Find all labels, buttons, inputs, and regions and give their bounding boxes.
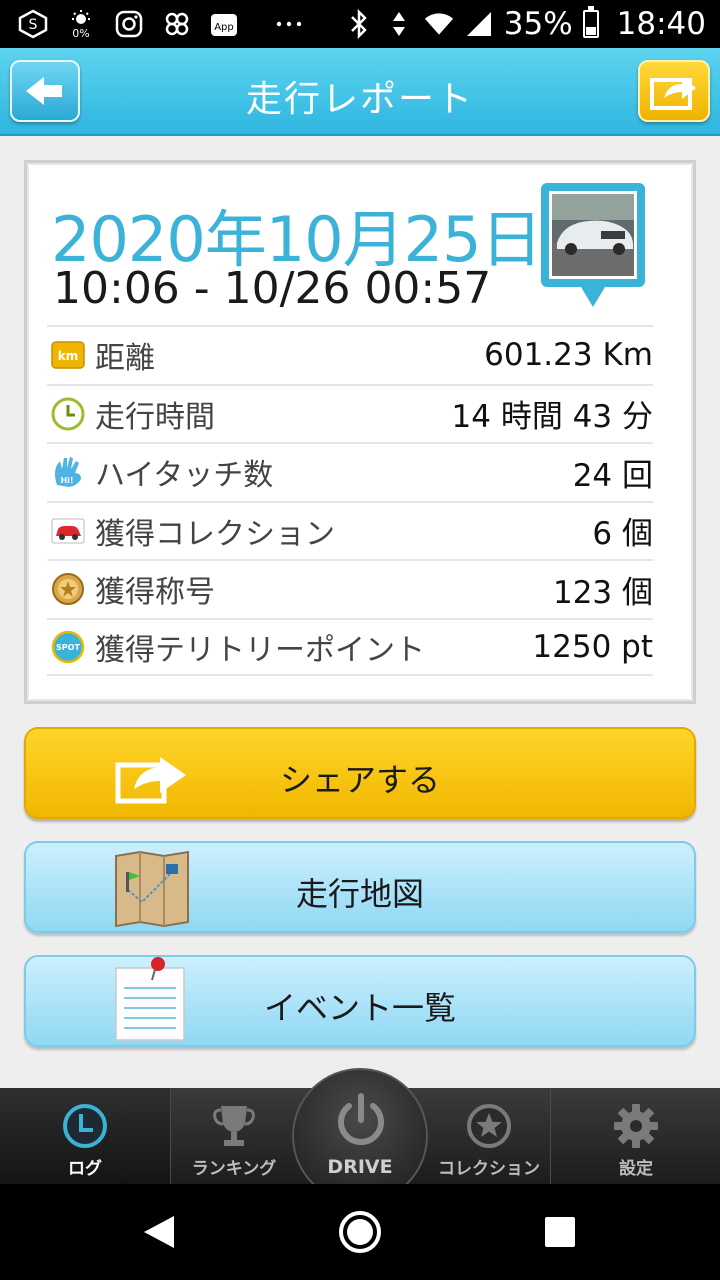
star-badge-icon bbox=[467, 1104, 511, 1148]
km-icon: km bbox=[51, 338, 85, 372]
high-five-icon-text: Hi! bbox=[60, 476, 73, 485]
clock-time: 18:40 bbox=[616, 6, 706, 42]
drive-map-button[interactable]: 走行地図 bbox=[24, 841, 696, 933]
title-bar: 走行レポート bbox=[0, 48, 720, 136]
clock-icon bbox=[51, 397, 85, 431]
medal-icon bbox=[51, 572, 85, 606]
event-list-button-label: イベント一覧 bbox=[263, 989, 456, 1027]
stat-label: ハイタッチ数 bbox=[95, 458, 274, 494]
system-nav-bar bbox=[0, 1184, 720, 1280]
share-arrow-icon bbox=[650, 77, 696, 110]
stats-list: km 距離 601.23 Km 走行時間 14 時間 43 分 Hi! ハイタッ… bbox=[47, 325, 653, 676]
battery-percent: 35% bbox=[503, 6, 573, 42]
tab-label: ログ bbox=[68, 1159, 102, 1179]
brightness-label: 0% bbox=[72, 26, 90, 40]
stat-value: 14 時間 43 分 bbox=[451, 399, 653, 436]
home-circle-icon[interactable] bbox=[336, 1208, 384, 1256]
spot-icon-text: SPOT bbox=[56, 643, 80, 652]
stat-row-collection: 獲得コレクション 6 個 bbox=[47, 500, 653, 560]
car-icon bbox=[51, 514, 85, 548]
page-title: 走行レポート bbox=[245, 79, 474, 120]
tab-label: 設定 bbox=[619, 1159, 653, 1179]
s-app-icon: S bbox=[18, 9, 48, 39]
instagram-icon bbox=[114, 9, 144, 39]
stat-label: 獲得称号 bbox=[95, 575, 215, 611]
tab-collection[interactable]: コレクション bbox=[428, 1088, 550, 1184]
status-bar: S 0% App 35% 18:40 bbox=[0, 0, 720, 48]
status-left-icons: S 0% App bbox=[18, 8, 304, 40]
brightness-icon: 0% bbox=[66, 9, 96, 39]
stat-row-drive-time: 走行時間 14 時間 43 分 bbox=[47, 383, 653, 443]
app-badge-icon: App bbox=[210, 9, 240, 39]
stat-value: 24 回 bbox=[572, 457, 653, 494]
stat-row-high-touch: Hi! ハイタッチ数 24 回 bbox=[47, 442, 653, 501]
trophy-icon bbox=[213, 1106, 255, 1146]
tab-ranking[interactable]: ランキング bbox=[172, 1088, 296, 1184]
bluetooth-icon bbox=[344, 9, 374, 39]
tab-divider bbox=[170, 1088, 171, 1184]
gear-icon bbox=[614, 1104, 658, 1148]
high-five-icon: Hi! bbox=[51, 455, 85, 489]
battery-fill bbox=[585, 26, 596, 35]
tab-label: DRIVE bbox=[327, 1156, 393, 1178]
status-right: 35% 18:40 bbox=[344, 6, 706, 42]
report-time-range: 10:06 - 10/26 00:57 bbox=[53, 263, 492, 314]
tab-settings[interactable]: 設定 bbox=[552, 1088, 720, 1184]
stat-value: 6 個 bbox=[592, 516, 653, 553]
wifi-icon bbox=[424, 9, 454, 39]
power-icon bbox=[338, 1093, 384, 1145]
stat-value: 601.23 Km bbox=[484, 337, 653, 374]
event-list-button[interactable]: イベント一覧 bbox=[24, 955, 696, 1047]
stat-label: 距離 bbox=[95, 341, 155, 377]
pinwheel-icon bbox=[162, 9, 192, 39]
stat-row-territory: SPOT 獲得テリトリーポイント 1250 pt bbox=[47, 617, 653, 676]
stat-row-distance: km 距離 601.23 Km bbox=[47, 325, 653, 384]
report-card: 2020年10月25日 10:06 - 10/26 00:57 km 距離 60… bbox=[24, 160, 696, 704]
car-photo-icon bbox=[541, 183, 645, 307]
car-photo-pin[interactable] bbox=[541, 183, 645, 309]
stat-label: 走行時間 bbox=[95, 399, 215, 435]
spot-icon: SPOT bbox=[51, 630, 85, 664]
stat-value: 1250 pt bbox=[532, 628, 653, 665]
clock-tab-icon bbox=[63, 1104, 107, 1148]
drive-map-button-label: 走行地図 bbox=[295, 875, 424, 913]
tab-label: コレクション bbox=[438, 1159, 540, 1179]
stat-label: 獲得コレクション bbox=[95, 516, 335, 552]
km-icon-text: km bbox=[58, 349, 78, 363]
stat-value: 123 個 bbox=[552, 574, 653, 611]
back-triangle-icon[interactable] bbox=[140, 1212, 180, 1252]
data-arrows-icon bbox=[384, 9, 414, 39]
header-share-button[interactable] bbox=[638, 60, 710, 122]
recents-square-icon[interactable] bbox=[543, 1215, 577, 1249]
tab-log[interactable]: ログ bbox=[0, 1088, 170, 1184]
share-button[interactable]: シェアする bbox=[24, 727, 696, 819]
tab-label: ランキング bbox=[191, 1159, 277, 1179]
stat-label: 獲得テリトリーポイント bbox=[95, 632, 425, 668]
more-dots-icon bbox=[274, 9, 304, 39]
svg-text:S: S bbox=[29, 17, 38, 33]
tab-divider bbox=[550, 1088, 551, 1184]
signal-icon bbox=[464, 9, 494, 39]
battery-icon bbox=[582, 6, 599, 38]
svg-text:App: App bbox=[214, 22, 234, 33]
share-button-label: シェアする bbox=[279, 761, 440, 799]
stat-row-titles: 獲得称号 123 個 bbox=[47, 559, 653, 618]
